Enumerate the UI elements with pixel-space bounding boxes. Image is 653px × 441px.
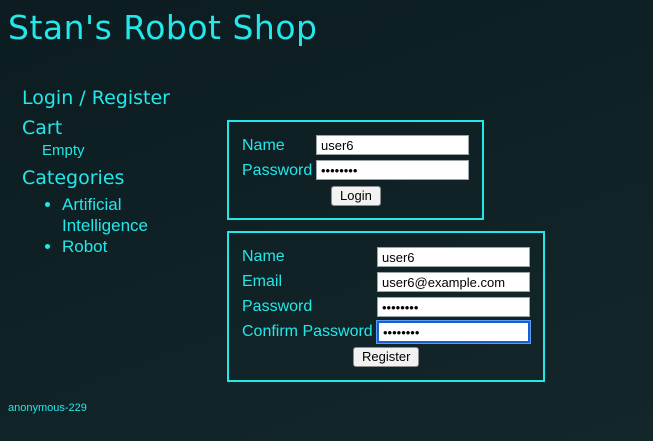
cart-status: Empty — [42, 142, 85, 159]
user-id-label: anonymous-229 — [8, 402, 87, 414]
category-item: Robot — [62, 236, 212, 257]
register-button[interactable]: Register — [353, 347, 420, 367]
login-name-input[interactable] — [316, 135, 469, 155]
register-password-label: Password — [242, 298, 313, 315]
login-button[interactable]: Login — [331, 186, 381, 206]
login-register-link[interactable]: Login / Register — [22, 86, 212, 110]
login-password-label: Password — [242, 162, 313, 179]
register-form: Name Email Password Confirm Password Reg… — [227, 231, 545, 382]
register-name-input[interactable] — [377, 247, 530, 267]
login-name-label: Name — [242, 137, 285, 154]
register-name-label: Name — [242, 248, 285, 265]
categories-heading: Categories — [22, 167, 125, 189]
cart-link[interactable]: Cart — [22, 116, 212, 140]
login-form: Name Password Login — [227, 120, 484, 220]
site-title: Stan's Robot Shop — [8, 8, 318, 47]
category-item: Artificial Intelligence — [62, 194, 212, 236]
register-password-input[interactable] — [377, 297, 530, 317]
register-email-label: Email — [242, 273, 283, 290]
register-confirm-label: Confirm Password — [242, 323, 373, 340]
category-link-robot[interactable]: Robot — [62, 237, 107, 256]
sidebar-nav: Login / Register Cart Empty Categories A… — [22, 86, 212, 257]
register-email-input[interactable] — [377, 272, 530, 292]
category-list: Artificial Intelligence Robot — [22, 194, 212, 257]
category-link-artificial-intelligence[interactable]: Artificial Intelligence — [62, 195, 148, 235]
login-password-input[interactable] — [316, 160, 469, 180]
register-confirm-input[interactable] — [377, 321, 530, 343]
